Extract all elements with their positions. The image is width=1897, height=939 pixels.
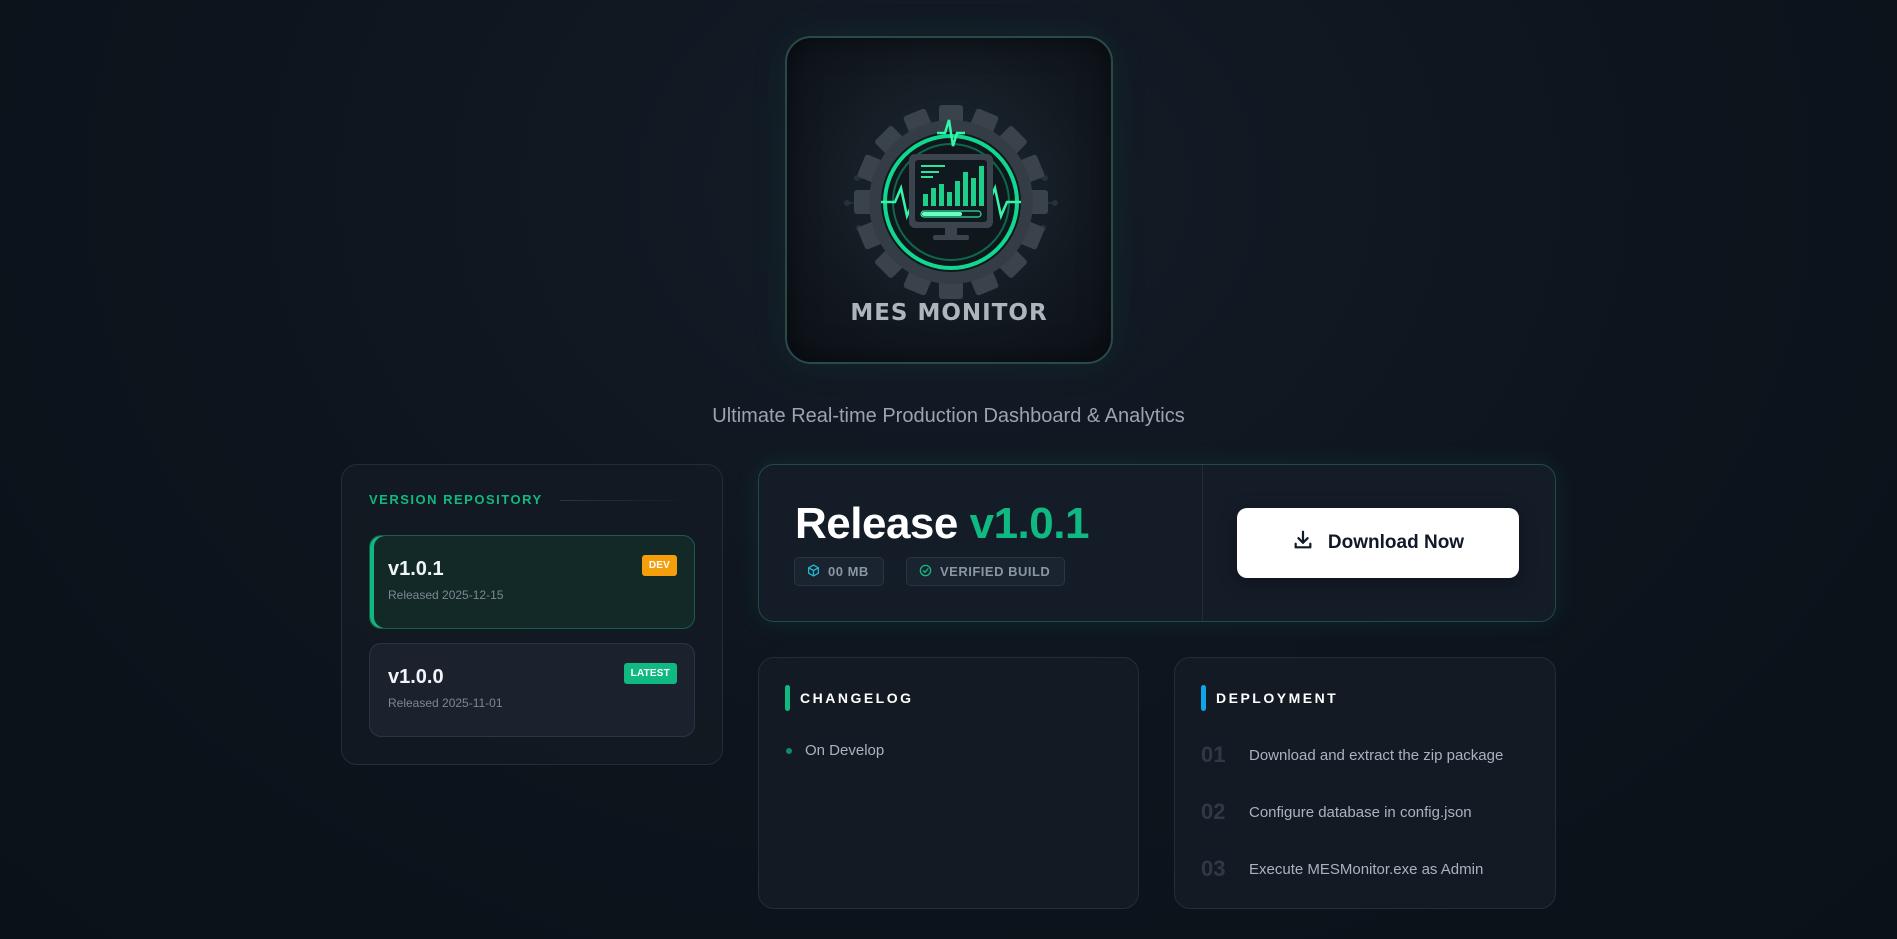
download-icon [1292, 529, 1314, 557]
step-text: Execute MESMonitor.exe as Admin [1249, 860, 1484, 878]
version-release-date: Released 2025-11-01 [388, 696, 503, 710]
changelog-item: On Develop [786, 742, 884, 759]
logo-wordmark: MES MONITOR [850, 300, 1048, 326]
version-repository-title: VERSION REPOSITORY [369, 492, 543, 507]
package-size: 00 MB [828, 564, 869, 579]
changelog-item-text: On Develop [805, 742, 885, 759]
step-text: Configure database in config.json [1249, 803, 1472, 821]
verified-pill: VERIFIED BUILD [906, 557, 1066, 586]
release-panel: Release v1.0.1 00 MB VERIFIED BUILD Down… [758, 464, 1556, 622]
version-repository-panel: VERSION REPOSITORY v1.0.1 Released 2025-… [341, 464, 723, 765]
deployment-step: 02 Configure database in config.json [1201, 799, 1472, 825]
download-now-button[interactable]: Download Now [1237, 508, 1519, 578]
step-number: 03 [1201, 856, 1226, 881]
release-version: v1.0.1 [969, 499, 1090, 548]
version-release-date: Released 2025-12-15 [388, 588, 504, 602]
deployment-card: DEPLOYMENT 01 Download and extract the z… [1174, 657, 1556, 909]
latest-badge: LATEST [623, 663, 677, 684]
deployment-step: 01 Download and extract the zip package [1201, 742, 1503, 768]
app-logo: MES MONITOR [785, 36, 1113, 364]
divider [560, 500, 695, 501]
changelog-title: CHANGELOG [800, 690, 914, 706]
step-number: 02 [1201, 799, 1226, 824]
cube-icon [807, 563, 820, 580]
app-tagline: Ultimate Real-time Production Dashboard … [712, 405, 1185, 427]
version-number: v1.0.1 [388, 558, 444, 580]
verified-icon [919, 564, 932, 580]
step-number: 01 [1201, 742, 1226, 767]
deployment-title: DEPLOYMENT [1216, 690, 1339, 706]
size-pill: 00 MB [794, 557, 884, 586]
download-label: Download Now [1327, 532, 1465, 553]
release-prefix: Release [795, 499, 958, 548]
bullet-icon [786, 747, 792, 754]
deployment-accent-bar [1201, 685, 1206, 711]
release-title: Release v1.0.1 [795, 499, 1089, 549]
changelog-accent-bar [785, 685, 790, 711]
dev-badge: DEV [641, 555, 677, 576]
version-item-v1-0-1[interactable]: v1.0.1 Released 2025-12-15 DEV [369, 535, 695, 629]
version-item-v1-0-0[interactable]: v1.0.0 Released 2025-11-01 LATEST [369, 643, 695, 737]
version-number: v1.0.0 [388, 666, 444, 688]
step-text: Download and extract the zip package [1249, 746, 1504, 764]
deployment-step: 03 Execute MESMonitor.exe as Admin [1201, 856, 1483, 882]
changelog-card: CHANGELOG On Develop [758, 657, 1139, 909]
verified-label: VERIFIED BUILD [940, 564, 1051, 579]
release-divider [1202, 465, 1203, 621]
